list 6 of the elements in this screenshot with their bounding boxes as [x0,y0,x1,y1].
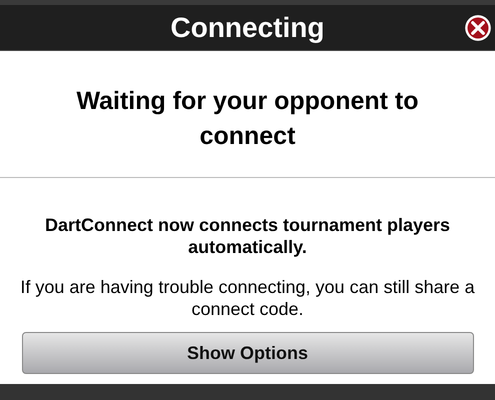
close-icon[interactable] [464,14,492,42]
dialog-title: Connecting [170,12,324,44]
hint-text: If you are having trouble connecting, you can still share a connect code. [19,276,476,320]
notice-text: DartConnect now connects tournament players automatically. [44,214,452,258]
show-options-button[interactable]: Show Options [22,332,474,374]
dialog-heading: Waiting for your opponent to connect [75,86,420,152]
